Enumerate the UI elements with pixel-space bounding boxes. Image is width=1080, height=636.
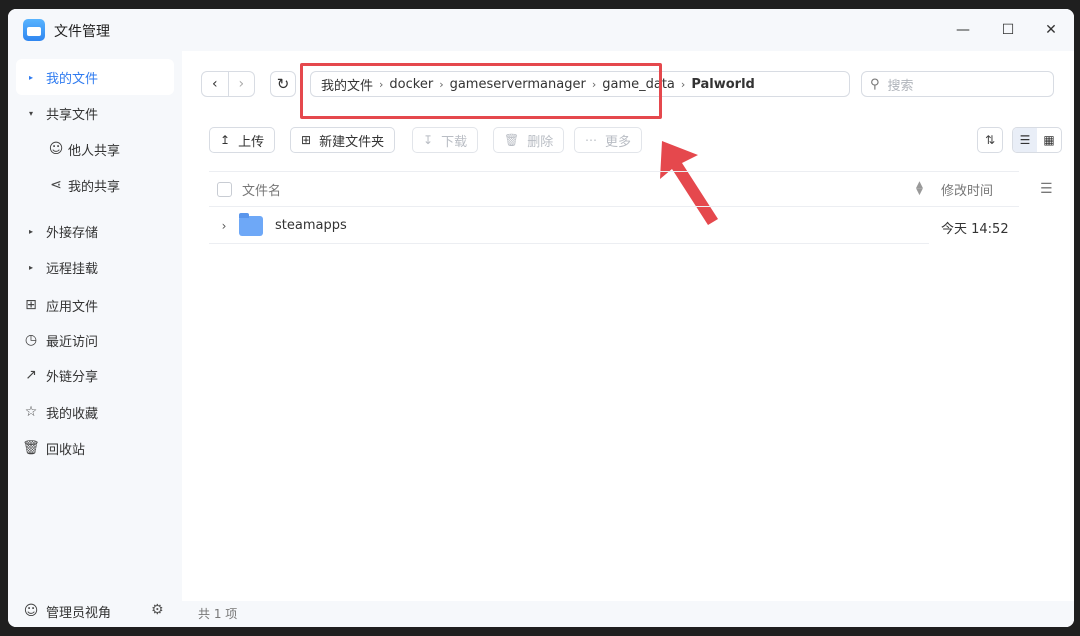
forward-button[interactable]: › bbox=[227, 72, 255, 96]
download-button[interactable]: ↧ 下载 bbox=[412, 127, 479, 153]
sidebar-item-label: 远程挂载 bbox=[46, 261, 99, 277]
file-name[interactable]: steamapps bbox=[275, 218, 347, 233]
expand-arrow-icon: ▸ bbox=[28, 226, 33, 236]
clock-icon: ◷ bbox=[24, 332, 38, 348]
download-icon: ↧ bbox=[423, 133, 434, 147]
sidebar-item-shared-with-me[interactable]: ☺ 他人共享 bbox=[44, 131, 120, 167]
item-count: 共 1 项 bbox=[198, 607, 238, 621]
sidebar-item-label: 外链分享 bbox=[46, 369, 99, 385]
search-placeholder: 搜索 bbox=[887, 78, 914, 94]
sidebar-item-label: 外接存储 bbox=[46, 225, 99, 241]
chevron-right-icon: › bbox=[680, 77, 686, 91]
delete-label: 删除 bbox=[527, 134, 554, 150]
back-button[interactable]: ‹ bbox=[202, 72, 228, 96]
column-header-name[interactable]: 文件名 bbox=[242, 180, 281, 199]
sidebar-item-link-share[interactable]: ↗ 外链分享 bbox=[16, 357, 174, 393]
list-view-icon[interactable]: ☰ bbox=[1013, 128, 1037, 152]
new-folder-label: 新建文件夹 bbox=[319, 134, 385, 150]
more-label: 更多 bbox=[605, 134, 632, 150]
new-folder-icon: ⊞ bbox=[301, 133, 312, 147]
admin-user-icon: ☺ bbox=[23, 603, 39, 619]
minimize-button[interactable]: — bbox=[953, 20, 973, 40]
star-icon: ☆ bbox=[24, 404, 38, 420]
sidebar-item-label: 应用文件 bbox=[46, 299, 99, 315]
external-link-icon: ↗ bbox=[25, 367, 37, 383]
grid-view-icon[interactable]: ▦ bbox=[1037, 128, 1061, 152]
main-panel: ‹ › ↻ 我的文件 › docker › gameservermanager … bbox=[182, 51, 1074, 627]
app-title: 文件管理 bbox=[54, 24, 110, 40]
new-folder-button[interactable]: ⊞ 新建文件夹 bbox=[290, 127, 396, 153]
search-icon: ⚲ bbox=[870, 76, 880, 92]
sidebar-item-my-files[interactable]: ▸ 我的文件 bbox=[16, 59, 174, 95]
sort-button[interactable]: ⇅ bbox=[977, 127, 1003, 153]
share-icon: ⋖ bbox=[50, 177, 62, 193]
refresh-button[interactable]: ↻ bbox=[270, 71, 296, 97]
trash-icon: 🗑 bbox=[22, 440, 40, 456]
sidebar-item-label: 我的共享 bbox=[68, 179, 121, 195]
more-icon: ⋯ bbox=[585, 133, 597, 147]
table-header: 文件名 ▲ ▼ 修改时间 bbox=[209, 171, 1019, 207]
column-settings-icon[interactable]: ☰ bbox=[1040, 181, 1053, 197]
close-button[interactable]: ✕ bbox=[1041, 20, 1061, 40]
select-all-checkbox[interactable] bbox=[217, 181, 232, 197]
more-button[interactable]: ⋯ 更多 bbox=[574, 127, 643, 153]
trash-icon: 🗑 bbox=[504, 133, 520, 147]
apps-icon: ⊞ bbox=[25, 297, 37, 313]
sidebar-item-label: 我的收藏 bbox=[46, 406, 99, 422]
delete-button[interactable]: 🗑 删除 bbox=[493, 127, 565, 153]
sidebar-item-remote-mount[interactable]: ▸ 远程挂载 bbox=[16, 249, 174, 285]
expand-arrow-icon: ▸ bbox=[28, 72, 33, 82]
sidebar-item-recycle-bin[interactable]: 🗑 回收站 bbox=[16, 430, 174, 466]
sidebar-item-label: 他人共享 bbox=[68, 143, 121, 159]
admin-view-label: 管理员视角 bbox=[46, 605, 112, 621]
sidebar-item-label: 最近访问 bbox=[46, 334, 99, 350]
chevron-right-icon[interactable]: › bbox=[209, 219, 239, 233]
upload-label: 上传 bbox=[238, 134, 265, 150]
sidebar-item-recent[interactable]: ◷ 最近访问 bbox=[16, 322, 174, 358]
user-icon: ☺ bbox=[48, 141, 64, 157]
table-row[interactable]: › steamapps bbox=[209, 208, 929, 244]
search-input[interactable]: ⚲ 搜索 bbox=[861, 71, 1054, 97]
sort-arrows-icon[interactable]: ▲ ▼ bbox=[916, 181, 923, 197]
sidebar-item-favorites[interactable]: ☆ 我的收藏 bbox=[16, 394, 174, 430]
sidebar-item-label: 我的文件 bbox=[46, 71, 99, 87]
nav-buttons: ‹ › bbox=[201, 71, 255, 97]
file-mtime: 今天 14:52 bbox=[941, 222, 1009, 237]
upload-icon: ↥ bbox=[220, 133, 231, 147]
sidebar: ▸ 我的文件 ▾ 共享文件 ☺ 他人共享 ⋖ 我的共享 ▸ 外接存储 ▸ 远程挂… bbox=[8, 51, 182, 627]
collapse-arrow-icon: ▾ bbox=[28, 108, 33, 118]
sidebar-item-app-files[interactable]: ⊞ 应用文件 bbox=[16, 287, 174, 323]
annotation-highlight-box bbox=[300, 63, 662, 119]
expand-arrow-icon: ▸ bbox=[28, 262, 33, 272]
title-bar: 文件管理 — ☐ ✕ bbox=[8, 9, 1074, 51]
folder-icon bbox=[239, 212, 263, 236]
sidebar-item-external-storage[interactable]: ▸ 外接存储 bbox=[16, 213, 174, 249]
breadcrumb-current: Palworld bbox=[691, 76, 755, 92]
sidebar-item-my-shares[interactable]: ⋖ 我的共享 bbox=[44, 167, 120, 203]
gear-icon[interactable]: ⚙ bbox=[151, 602, 164, 618]
view-toggle: ☰ ▦ bbox=[1012, 127, 1062, 153]
status-bar: 共 1 项 bbox=[182, 601, 1074, 627]
upload-button[interactable]: ↥ 上传 bbox=[209, 127, 276, 153]
maximize-button[interactable]: ☐ bbox=[998, 20, 1018, 40]
column-header-mtime[interactable]: 修改时间 bbox=[941, 180, 993, 199]
sidebar-item-label: 回收站 bbox=[46, 442, 86, 458]
download-label: 下载 bbox=[441, 134, 468, 150]
file-manager-window: 文件管理 — ☐ ✕ ▸ 我的文件 ▾ 共享文件 ☺ 他人共享 ⋖ 我的共享 ▸… bbox=[8, 9, 1074, 627]
sidebar-item-shared-files[interactable]: ▾ 共享文件 bbox=[16, 95, 174, 131]
app-icon bbox=[23, 19, 45, 41]
sidebar-item-label: 共享文件 bbox=[46, 107, 99, 123]
